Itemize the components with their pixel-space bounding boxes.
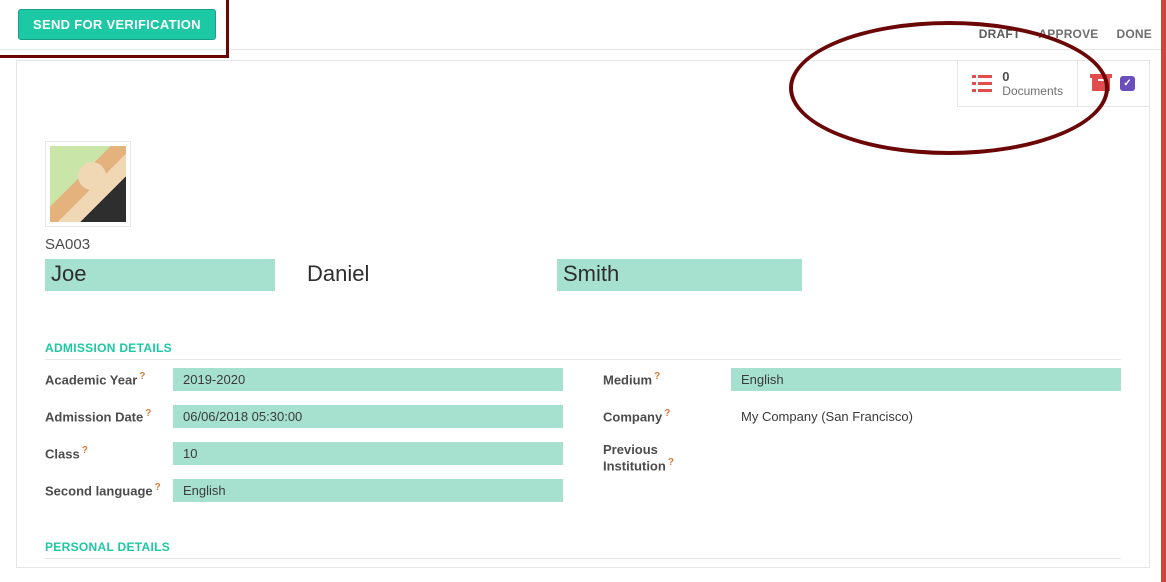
label-class: Class? bbox=[45, 445, 173, 461]
status-steps: DRAFT APPROVE DONE bbox=[979, 27, 1152, 41]
label-second-language: Second language? bbox=[45, 482, 173, 498]
label-company: Company? bbox=[603, 408, 731, 424]
label-academic-year: Academic Year? bbox=[45, 371, 173, 387]
academic-year-field[interactable]: 2019-2020 bbox=[173, 368, 563, 391]
first-name-field[interactable]: Joe bbox=[45, 259, 275, 291]
section-title-admission: ADMISSION DETAILS bbox=[45, 341, 1121, 360]
second-language-field[interactable]: English bbox=[173, 479, 563, 502]
label-admission-date: Admission Date? bbox=[45, 408, 173, 424]
label-medium: Medium? bbox=[603, 371, 731, 387]
photo-upload[interactable] bbox=[45, 141, 131, 227]
registration-number: SA003 bbox=[45, 236, 1121, 253]
status-step-approve: APPROVE bbox=[1038, 27, 1098, 41]
student-photo bbox=[50, 146, 126, 222]
last-name-field[interactable]: Smith bbox=[557, 259, 802, 291]
send-for-verification-button[interactable]: SEND FOR VERIFICATION bbox=[18, 9, 216, 40]
previous-institution-field[interactable] bbox=[731, 454, 1121, 462]
admission-date-field[interactable]: 06/06/2018 05:30:00 bbox=[173, 405, 563, 428]
right-accent-bar bbox=[1161, 0, 1166, 582]
status-step-done: DONE bbox=[1117, 27, 1152, 41]
medium-field[interactable]: English bbox=[731, 368, 1121, 391]
class-field[interactable]: 10 bbox=[173, 442, 563, 465]
middle-name-field[interactable]: Daniel bbox=[301, 259, 531, 291]
label-previous-institution: Previous Institution? bbox=[603, 442, 731, 473]
section-title-personal: PERSONAL DETAILS bbox=[45, 540, 1121, 559]
status-step-draft: DRAFT bbox=[979, 27, 1021, 41]
company-field[interactable]: My Company (San Francisco) bbox=[731, 405, 1121, 428]
